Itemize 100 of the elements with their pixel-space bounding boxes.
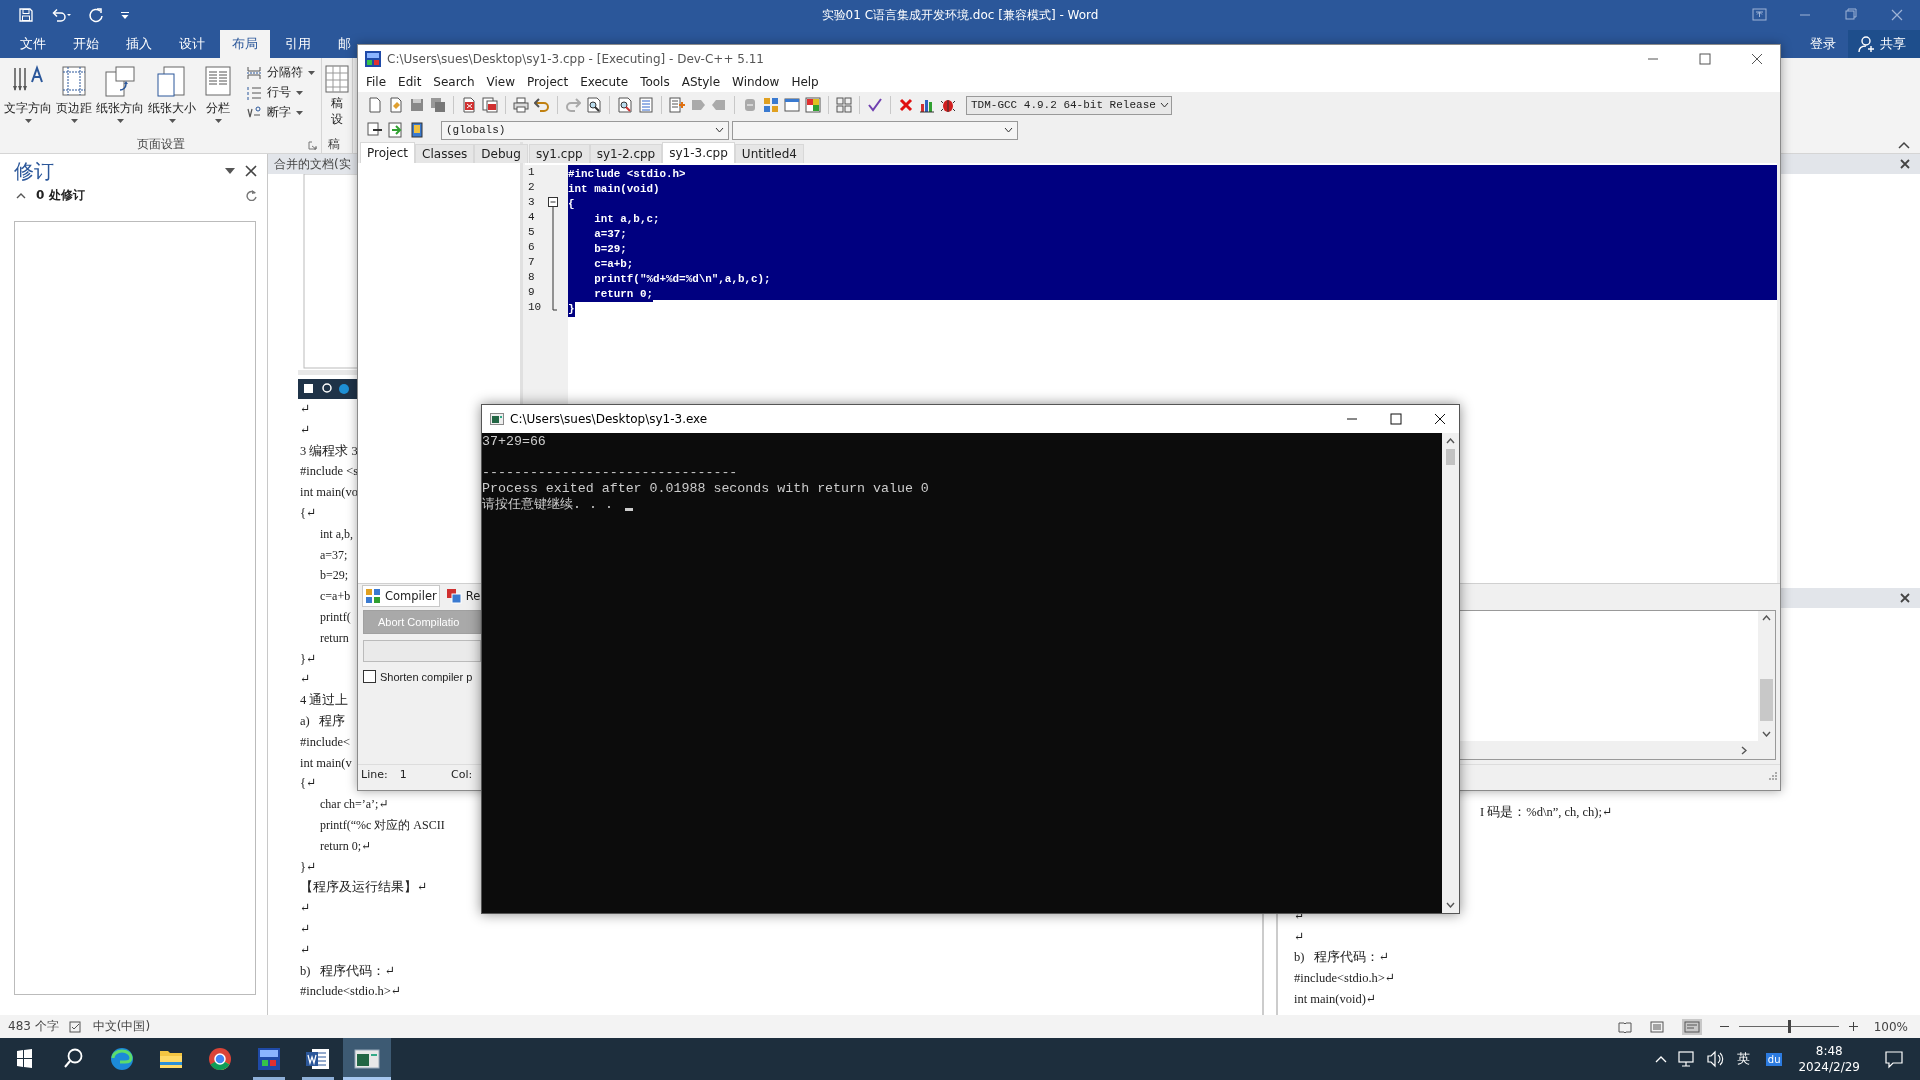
goto-icon[interactable]	[409, 122, 425, 138]
replace-icon[interactable]	[617, 97, 633, 113]
ribbon-tab[interactable]: 文件	[8, 30, 58, 58]
word-count[interactable]: 483 个字	[8, 1018, 59, 1035]
collapse-chevron-icon[interactable]	[16, 191, 26, 199]
stop-icon[interactable]	[898, 97, 914, 113]
menu-item[interactable]: Window	[726, 75, 786, 89]
clock[interactable]: 8:48 2024/2/29	[1790, 1043, 1868, 1075]
table-icon[interactable]	[805, 97, 821, 113]
share-button[interactable]: 共享	[1848, 30, 1920, 58]
ribbon-tab[interactable]: 布局	[220, 30, 270, 58]
scrollbar[interactable]	[1758, 611, 1775, 741]
document-icon[interactable]	[367, 97, 383, 113]
open-file-icon[interactable]	[388, 97, 404, 113]
file-tab[interactable]: sy1.cpp	[529, 144, 590, 163]
ribbon-tab[interactable]: 设计	[167, 30, 217, 58]
ribbon-button[interactable]: 稿 设	[324, 62, 350, 135]
panel-tab[interactable]: Re	[442, 585, 484, 607]
check-mark-icon[interactable]	[867, 97, 883, 113]
scroll-up-icon[interactable]	[1762, 615, 1771, 621]
menu-item[interactable]: AStyle	[675, 75, 727, 89]
language-indicator[interactable]: 中文(中国)	[92, 1018, 151, 1035]
proofing-icon[interactable]	[68, 1020, 83, 1033]
ribbon-button[interactable]: 页边距	[54, 62, 94, 135]
close-icon[interactable]	[245, 165, 257, 177]
scroll-right-icon[interactable]	[1741, 745, 1747, 755]
bar-chart-icon[interactable]	[919, 97, 935, 113]
panel-tab[interactable]: Project	[360, 142, 416, 163]
collapse-ribbon-icon[interactable]	[1898, 141, 1910, 149]
ribbon-button[interactable]: 分栏	[198, 62, 238, 135]
customize-caret-icon[interactable]	[120, 9, 130, 21]
checkbox[interactable]	[363, 670, 376, 683]
menu-item[interactable]: Tools	[634, 75, 676, 89]
web-layout-icon[interactable]	[1681, 1018, 1702, 1035]
stacked-squares-icon	[445, 588, 462, 604]
file-tab[interactable]: sy1-3.cpp	[662, 142, 735, 163]
dialog-launcher-icon[interactable]	[308, 141, 317, 150]
close-icon[interactable]	[1900, 159, 1910, 169]
ribbon-tab[interactable]: 邮	[326, 30, 353, 58]
file-tab[interactable]: sy1-2.cpp	[589, 144, 663, 163]
ribbon-button[interactable]: 断字	[246, 104, 315, 121]
menu-item[interactable]: Edit	[392, 75, 428, 89]
window-icon[interactable]	[784, 97, 800, 113]
zoom-in-icon[interactable]	[1848, 1022, 1858, 1031]
menu-item[interactable]: Help	[785, 75, 825, 89]
indent-icon[interactable]	[638, 97, 654, 113]
console-app-icon[interactable]	[343, 1038, 391, 1080]
unindent-icon[interactable]	[669, 97, 685, 113]
scrollbar[interactable]	[1442, 433, 1459, 913]
printer-icon[interactable]	[513, 97, 529, 113]
scroll-up-icon[interactable]	[1446, 438, 1455, 444]
grid-icon[interactable]	[836, 97, 852, 113]
fold-marker-icon[interactable]	[548, 197, 558, 313]
menu-item[interactable]: File	[360, 75, 393, 89]
document-text: char ch=’a’;↵	[320, 796, 389, 814]
ribbon-button[interactable]: 纸张方向	[94, 62, 146, 135]
scope-dropdown[interactable]: (globals)	[441, 120, 729, 140]
disks-icon[interactable]	[430, 97, 446, 113]
panel-tab[interactable]: Classes	[415, 144, 475, 163]
ribbon-button[interactable]: 分隔符	[246, 64, 315, 81]
member-dropdown[interactable]	[732, 120, 1018, 140]
read-mode-icon[interactable]	[1617, 1020, 1632, 1033]
close-files-icon[interactable]	[482, 97, 498, 113]
compiler-dropdown[interactable]: TDM-GCC 4.9.2 64-bit Release	[966, 95, 1172, 115]
ribbon-button[interactable]: 文字方向	[2, 62, 54, 135]
scroll-down-icon[interactable]	[1762, 731, 1771, 737]
redo-icon[interactable]	[88, 7, 104, 23]
ribbon-button[interactable]: 行号	[246, 84, 315, 101]
panel-tab[interactable]: Debug	[474, 144, 528, 163]
menu-item[interactable]: Execute	[574, 75, 635, 89]
scroll-down-icon[interactable]	[1446, 902, 1455, 908]
close-icon[interactable]	[1900, 593, 1910, 603]
save-icon[interactable]	[18, 7, 34, 23]
menu-item[interactable]: Project	[521, 75, 575, 89]
file-tab[interactable]: Untitled4	[734, 144, 804, 163]
bug-icon[interactable]	[940, 97, 956, 113]
caret-icon	[24, 119, 32, 123]
undo-arrow-icon[interactable]	[534, 97, 550, 113]
find-icon[interactable]	[586, 97, 602, 113]
sign-in-link[interactable]: 登录	[1798, 30, 1848, 58]
ribbon-button[interactable]: 纸张大小	[146, 62, 198, 135]
ribbon-tab[interactable]: 开始	[61, 30, 111, 58]
undo-icon[interactable]	[50, 7, 72, 23]
ribbon-tab[interactable]: 插入	[114, 30, 164, 58]
close-file-icon[interactable]	[461, 97, 477, 113]
refresh-icon[interactable]	[245, 189, 257, 201]
panel-tab[interactable]: Compiler	[362, 585, 440, 607]
dropdown-caret-icon[interactable]	[225, 168, 235, 174]
menu-item[interactable]: Search	[427, 75, 481, 89]
zoom-level[interactable]: 100%	[1873, 1019, 1908, 1034]
dropdown-caret-icon	[715, 127, 724, 133]
scroll-thumb[interactable]	[1760, 679, 1773, 721]
tray-app-icon[interactable]: du	[1765, 1052, 1783, 1066]
menu-item[interactable]: View	[480, 75, 522, 89]
ribbon-tab[interactable]: 引用	[273, 30, 323, 58]
scroll-thumb[interactable]	[1446, 449, 1455, 465]
toggle-icon[interactable]	[388, 122, 404, 138]
insert-icon[interactable]	[367, 122, 383, 138]
input-method-indicator[interactable]: 英	[1736, 1050, 1750, 1068]
tiles-icon[interactable]	[763, 97, 779, 113]
